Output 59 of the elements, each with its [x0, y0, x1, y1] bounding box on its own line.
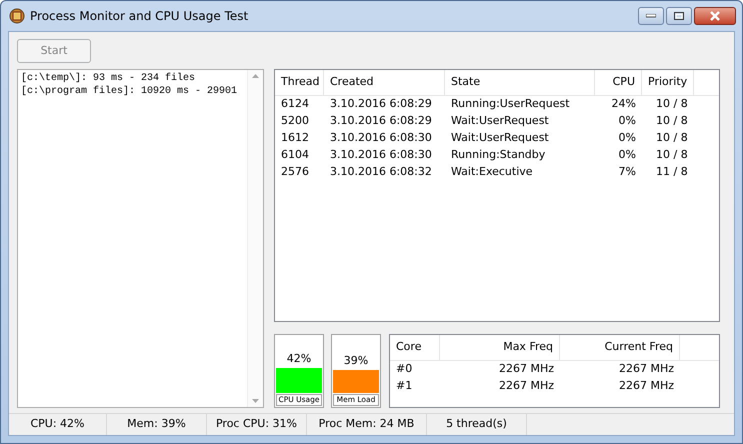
table-cell-text: 3.10.2016 6:08:29: [329, 113, 433, 130]
thread-list[interactable]: [274, 69, 720, 322]
status-panel: CPU: 42%: [9, 414, 107, 435]
status-panel: 5 thread(s): [427, 414, 527, 435]
app-icon: [9, 8, 25, 24]
column-header[interactable]: Created: [324, 70, 445, 95]
column-header[interactable]: Core: [390, 335, 440, 360]
table-cell-text: 10 / 8: [655, 147, 689, 164]
maximize-button[interactable]: [666, 7, 692, 25]
table-cell-text: 11 / 8: [655, 164, 689, 180]
table-cell-text: #0: [395, 361, 414, 378]
table-cell-text: Wait:Executive: [450, 164, 534, 180]
table-cell-text: 2267 MHz: [498, 378, 555, 394]
close-icon: [709, 11, 721, 21]
column-header[interactable]: Max Freq: [440, 335, 560, 360]
status-panel: Proc CPU: 31%: [207, 414, 307, 435]
core-list[interactable]: Core Max Freq Current Freq #0 2267 MHz 2267 MHz #1 2267 MHz 2267 MHz: [389, 334, 720, 408]
table-cell-text: 6104: [280, 147, 310, 164]
status-panel: Proc Mem: 24 MB: [307, 414, 427, 435]
log-line: [c:\temp\]: 93 ms - 234 files: [21, 72, 196, 85]
table-cell-text: 10 / 8: [655, 113, 689, 130]
table-cell-text: 3.10.2016 6:08:32: [329, 164, 433, 180]
table-cell-text: 1612: [280, 130, 310, 146]
column-header[interactable]: State: [445, 70, 595, 95]
gauge-reading: 42%: [286, 351, 312, 368]
column-header[interactable]: Current Freq: [560, 335, 680, 360]
column-header[interactable]: Thread: [275, 70, 324, 95]
table-cell-text: 10 / 8: [655, 96, 689, 112]
table-cell-text: Running:UserRequest: [450, 96, 571, 112]
table-cell-text: 2576: [280, 164, 310, 180]
window-title: Process Monitor and CPU Usage Test: [30, 8, 250, 25]
table-cell-text: 2267 MHz: [498, 361, 555, 378]
table-cell-text: 0%: [618, 113, 637, 130]
table-cell-text: 2267 MHz: [618, 361, 675, 378]
gauge-reading: 39%: [342, 353, 370, 370]
minimize-icon: [646, 14, 656, 18]
minimize-button[interactable]: [638, 7, 664, 25]
status-panel: Mem: 39%: [107, 414, 207, 435]
table-cell-text: 3.10.2016 6:08:29: [329, 96, 433, 112]
table-cell-text: 3.10.2016 6:08:30: [329, 130, 433, 146]
table-cell-text: 2267 MHz: [618, 378, 675, 394]
maximize-icon: [674, 12, 684, 20]
table-cell-text: #1: [395, 378, 414, 394]
column-header[interactable]: CPU: [595, 70, 642, 95]
table-cell-text: 3.10.2016 6:08:30: [329, 147, 433, 164]
log-line: [c:\program files]: 10920 ms - 29901: [21, 85, 238, 98]
table-cell-text: 0%: [618, 130, 637, 146]
table-cell-text: 7%: [618, 164, 637, 180]
table-cell-text: Wait:UserRequest: [450, 113, 550, 130]
table-cell-text: 6124: [280, 96, 310, 112]
table-cell-text: 0%: [618, 147, 637, 164]
table-cell-text: Wait:UserRequest: [450, 130, 550, 146]
table-cell-text: 24%: [610, 96, 637, 112]
column-header[interactable]: Priority: [642, 70, 694, 95]
log-textbox[interactable]: [c:\temp\]: 93 ms - 234 files [c:\program files]: 10920 ms - 29901: [17, 69, 264, 408]
table-cell-text: Running:Standby: [450, 147, 546, 164]
table-cell-text: 10 / 8: [655, 130, 689, 146]
table-cell-text: 5200: [280, 113, 310, 130]
close-button[interactable]: [694, 7, 736, 25]
